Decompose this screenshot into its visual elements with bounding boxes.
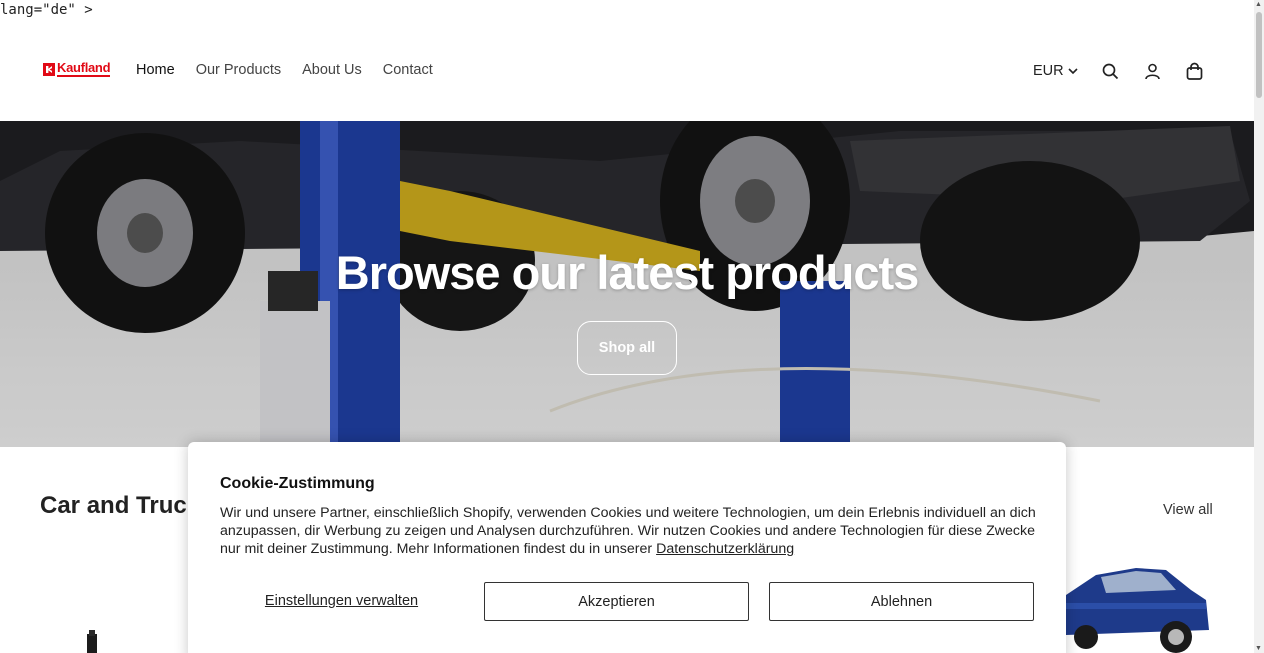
nav-item-home[interactable]: Home [136, 62, 175, 78]
hero-banner: Browse our latest products Shop all [0, 121, 1254, 447]
scroll-down-arrow-icon[interactable]: ▼ [1255, 645, 1262, 652]
privacy-policy-link[interactable]: Datenschutzerklärung [656, 541, 794, 557]
cookie-banner-title: Cookie-Zustimmung [220, 475, 375, 492]
hero-title: Browse our latest products [335, 246, 920, 299]
logo[interactable]: Kaufland [43, 60, 111, 77]
search-button[interactable] [1100, 60, 1122, 82]
currency-selector[interactable]: EUR [1033, 63, 1078, 79]
cart-icon [1186, 62, 1203, 80]
view-all-link[interactable]: View all [1163, 502, 1213, 518]
shop-all-button[interactable]: Shop all [577, 321, 677, 375]
account-button[interactable] [1142, 60, 1164, 82]
decline-cookies-button[interactable]: Ablehnen [769, 582, 1034, 621]
site-header: Kaufland Home Our Products About Us Cont… [0, 40, 1254, 102]
currency-label: EUR [1033, 63, 1064, 79]
header-actions: EUR [1033, 60, 1226, 82]
product-image-jack[interactable] [82, 630, 102, 653]
nav-item-about-us[interactable]: About Us [302, 62, 362, 78]
stray-markup-text: lang="de" > [0, 2, 93, 18]
nav-item-our-products[interactable]: Our Products [196, 62, 281, 78]
cookie-consent-banner: Cookie-Zustimmung Wir und unsere Partner… [188, 442, 1066, 653]
scroll-up-arrow-icon[interactable]: ▲ [1255, 1, 1262, 8]
product-image-truck[interactable] [1066, 565, 1211, 653]
collection-title: Car and Truc [40, 492, 187, 519]
cart-button[interactable] [1184, 60, 1206, 82]
chevron-down-icon [1068, 67, 1078, 74]
account-icon [1145, 63, 1160, 79]
cookie-banner-text: Wir und unsere Partner, einschließlich S… [220, 504, 1042, 558]
page-scrollbar[interactable]: ▲ ▼ [1254, 0, 1264, 653]
search-icon [1102, 63, 1119, 79]
cookie-banner-body: Wir und unsere Partner, einschließlich S… [220, 505, 1036, 557]
nav-item-contact[interactable]: Contact [383, 62, 433, 78]
manage-settings-link[interactable]: Einstellungen verwalten [220, 582, 463, 620]
logo-text: Kaufland [57, 60, 111, 77]
main-nav: Home Our Products About Us Contact [136, 62, 433, 78]
accept-cookies-button[interactable]: Akzeptieren [484, 582, 749, 621]
logo-k-mark [43, 63, 55, 76]
scrollbar-thumb[interactable] [1256, 12, 1262, 98]
